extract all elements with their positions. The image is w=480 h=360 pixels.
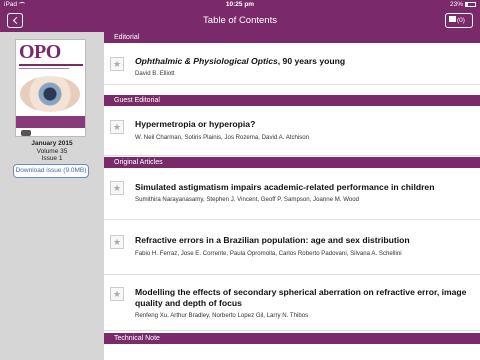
article-title: Hypermetropia or hyperopia?	[135, 119, 256, 129]
clock: 10:25 pm	[225, 1, 255, 8]
issue-volume: Volume 35	[36, 148, 68, 155]
cover-band	[16, 116, 85, 128]
article-title: Simulated astigmatism impairs academic-r…	[135, 182, 435, 192]
page-title: Table of Contents	[203, 15, 277, 26]
download-tray-icon	[449, 16, 456, 23]
issue-date: January 2015	[31, 140, 73, 147]
table-of-contents: Editorial ★ Ophthalmic & Physiological O…	[104, 32, 480, 360]
favorite-star-icon[interactable]: ★	[110, 181, 124, 195]
publisher-logo-icon	[21, 130, 31, 136]
article-row[interactable]: ★ Ophthalmic & Physiological Optics, 90 …	[104, 43, 480, 85]
section-header-original-articles: Original Articles	[104, 157, 480, 168]
download-count: (0)	[457, 17, 465, 24]
article-title: Ophthalmic & Physiological Optics, 90 ye…	[135, 56, 346, 66]
favorite-star-icon[interactable]: ★	[110, 235, 124, 249]
battery-indicator: 23%	[450, 0, 476, 10]
cover-title: OPO	[19, 41, 61, 63]
article-authors: Fabio H. Ferraz, Jose E. Corrente, Paula…	[135, 250, 402, 257]
article-title: Modelling the effects of secondary spher…	[135, 287, 467, 308]
issue-number: Issue 1	[41, 155, 63, 162]
issue-sidebar: OPO January 2015 Volume 35 Issue 1 Downl…	[0, 32, 104, 360]
nav-bar: Table of Contents (0)	[0, 10, 480, 32]
article-row[interactable]: ★ Modelling the effects of secondary sph…	[104, 276, 480, 331]
journal-cover[interactable]: OPO	[15, 39, 86, 137]
cover-rule-thin	[19, 68, 69, 69]
cover-eye-image	[20, 76, 80, 112]
download-issue-button[interactable]: Download issue (9.0MB)	[13, 164, 89, 178]
article-authors: David B. Elliott	[135, 70, 175, 77]
article-title: Refractive errors in a Brazilian populat…	[135, 235, 410, 245]
article-authors: W. Neil Charman, Sotiris Plainis, Jos Ro…	[135, 134, 310, 141]
status-bar: iPad 10:25 pm 23%	[0, 0, 480, 10]
article-authors: Renfeng Xu, Arthur Bradley, Norberto Lop…	[135, 312, 309, 319]
favorite-star-icon[interactable]: ★	[110, 120, 124, 134]
cover-rule	[19, 64, 83, 66]
article-row[interactable]: ★ Hypermetropia or hyperopia? W. Neil Ch…	[104, 106, 480, 156]
section-header-guest-editorial: Guest Editorial	[104, 95, 480, 106]
article-row[interactable]: ★ Simulated astigmatism impairs academic…	[104, 168, 480, 220]
favorite-star-icon[interactable]: ★	[110, 57, 124, 71]
article-row[interactable]: ★ Refractive errors in a Brazilian popul…	[104, 221, 480, 275]
battery-icon	[465, 1, 476, 7]
favorite-star-icon[interactable]: ★	[110, 287, 124, 301]
downloads-button[interactable]: (0)	[445, 13, 473, 28]
article-authors: Sumithira Narayanasamy, Stephen J. Vince…	[135, 196, 360, 203]
section-header-technical-note: Technical Note	[104, 333, 480, 344]
section-header-editorial: Editorial	[104, 32, 480, 43]
